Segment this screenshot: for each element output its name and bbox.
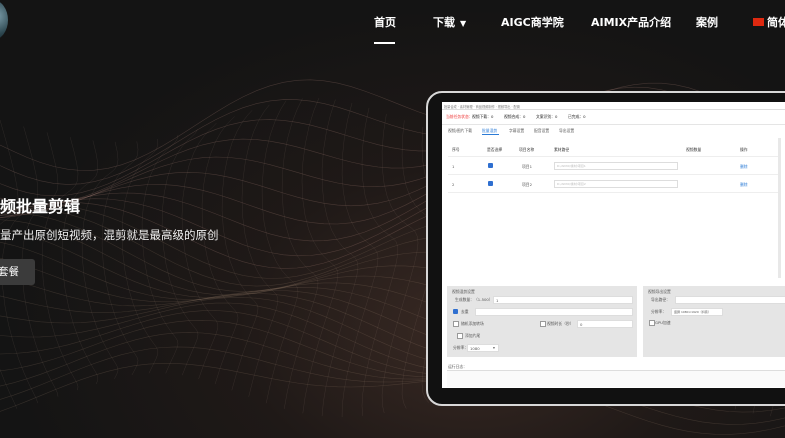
row2-checkbox[interactable]	[488, 181, 493, 186]
col-select: 是否选择	[487, 147, 503, 152]
logo[interactable]	[0, 0, 8, 40]
nav-cases[interactable]: 案例	[696, 14, 718, 30]
dedupe-label: 去重	[461, 309, 469, 314]
nav-aigc-academy[interactable]: AIGC商学院	[501, 14, 564, 30]
row2-path: D:/AIMIX/素材/项目2	[557, 182, 586, 186]
resolution-label: 分辨率：	[453, 345, 469, 350]
row2-index: 2	[452, 182, 455, 187]
export-format-value: 竖屏 1080×1920（抖音）	[674, 310, 711, 314]
ending-label: 添加片尾	[465, 333, 481, 338]
export-format-select[interactable]: 竖屏 1080×1920（抖音）	[671, 308, 723, 316]
dedupe-input[interactable]	[475, 308, 633, 316]
resolution-select[interactable]: 1080 ▾	[467, 344, 499, 352]
tab-subtitle[interactable]: 字幕设置	[509, 128, 524, 134]
row1-index: 1	[452, 164, 455, 169]
mix-settings-title: 视频混剪设置	[452, 289, 475, 294]
plan-button-label: 套餐	[0, 266, 19, 278]
hero-title: 频批量剪辑	[0, 197, 81, 216]
mix-settings-panel: 视频混剪设置 生成数量：（1-500） 1 去重 随机添加转场 视频时长（秒） …	[447, 286, 637, 357]
row1-name: 项目1	[522, 164, 533, 169]
status-label: 当前任务状态：	[446, 114, 473, 119]
row1-path: D:/AIMIX/素材/项目1	[557, 164, 586, 168]
col-path: 素材路径	[554, 147, 570, 152]
row-divider	[448, 192, 778, 193]
status-compose: 视频合成：0	[504, 114, 526, 119]
export-settings-panel: 视频导出设置 导出路径： 分辨率： 竖屏 1080×1920（抖音） GPU加速	[643, 286, 785, 357]
chevron-down-icon: ▼	[460, 19, 467, 28]
row-divider	[448, 156, 778, 157]
ending-checkbox[interactable]	[457, 333, 463, 339]
count-input[interactable]: 1	[493, 296, 633, 304]
tab-voice[interactable]: 配音设置	[534, 128, 549, 134]
divider	[442, 109, 785, 110]
nav-download-label: 下载	[433, 16, 455, 29]
log-area[interactable]	[447, 370, 785, 387]
duration-checkbox[interactable]	[540, 321, 546, 327]
export-path-input[interactable]	[675, 296, 785, 304]
tab-download[interactable]: 视频/图片下载	[448, 128, 472, 134]
divider	[442, 124, 785, 125]
nav-active-indicator	[374, 42, 395, 44]
row1-path-field[interactable]: D:/AIMIX/素材/项目1	[554, 162, 678, 170]
status-done: 已完成：0	[568, 114, 586, 119]
col-index: 序号	[452, 147, 460, 152]
transition-checkbox[interactable]	[453, 321, 459, 327]
export-settings-title: 视频导出设置	[648, 289, 671, 294]
nav-language[interactable]: 简体	[753, 14, 785, 30]
row1-delete-link[interactable]: 删除	[740, 164, 748, 170]
col-count: 视频数量	[686, 147, 702, 152]
hero-subtitle: 量产出原创短视频，混剪就是最高级的原创	[0, 228, 219, 242]
language-label: 简体	[767, 16, 785, 29]
gpu-label: GPU加速	[655, 320, 671, 325]
resolution-value: 1080	[470, 346, 480, 351]
col-name: 项目名称	[519, 147, 535, 152]
status-ocr: 文案识别：0	[536, 114, 558, 119]
status-download: 视频下载：0	[472, 114, 494, 119]
count-label: 生成数量：（1-500）	[455, 297, 493, 302]
nav-home[interactable]: 首页	[374, 14, 396, 30]
nav-aimix-intro[interactable]: AIMIX产品介绍	[591, 14, 671, 30]
export-format-label: 分辨率：	[651, 309, 667, 314]
row1-checkbox[interactable]	[488, 163, 493, 168]
table-scrollbar[interactable]	[778, 138, 781, 278]
app-screenshot: 批量合成 · 素材管理 · 商品视频制作 · 视频导出 · 配置 当前任务状态：…	[442, 102, 785, 388]
row-divider	[448, 174, 778, 175]
transition-label: 随机添加转场	[461, 321, 484, 326]
row2-name: 项目2	[522, 182, 533, 187]
duration-label: 视频时长（秒）	[547, 321, 574, 326]
count-value: 1	[496, 298, 499, 303]
tab-active-indicator	[482, 134, 499, 135]
nav-download[interactable]: 下载 ▼	[433, 14, 466, 30]
top-navbar: 首页 下载 ▼ AIGC商学院 AIMIX产品介绍 案例 简体	[0, 0, 785, 46]
dedupe-checkbox[interactable]	[453, 309, 458, 314]
tab-export[interactable]: 导出设置	[559, 128, 574, 134]
export-path-label: 导出路径：	[651, 297, 670, 302]
row2-delete-link[interactable]: 删除	[740, 182, 748, 188]
col-action: 操作	[740, 147, 748, 152]
china-flag-icon	[753, 18, 764, 26]
row2-path-field[interactable]: D:/AIMIX/素材/项目2	[554, 180, 678, 188]
duration-input[interactable]: 0	[577, 320, 633, 328]
plan-button[interactable]: 套餐	[0, 259, 35, 285]
chevron-down-icon: ▾	[493, 345, 495, 350]
duration-value: 0	[580, 322, 583, 327]
